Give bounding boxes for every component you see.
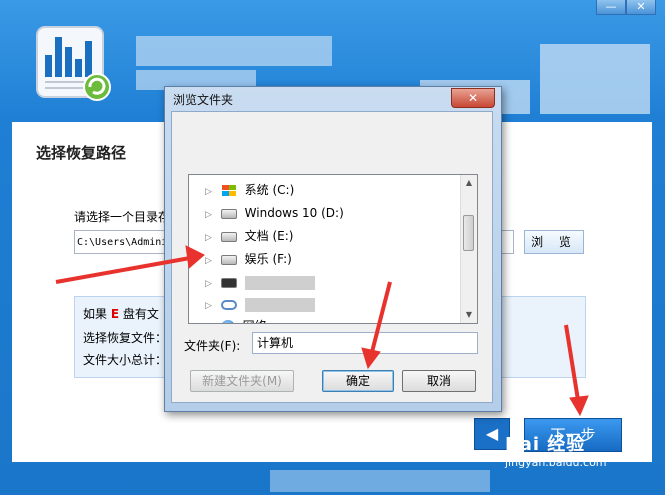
app-window: — ✕ 选择恢复路径 请选择一个目录存 C:\Users\Admini 浏 览 …	[0, 0, 665, 495]
arrow-to-ok-button	[361, 281, 392, 370]
arrow-to-next-button	[564, 324, 589, 417]
arrow-to-drive-f	[55, 245, 205, 284]
annotation-arrows	[55, 245, 589, 417]
